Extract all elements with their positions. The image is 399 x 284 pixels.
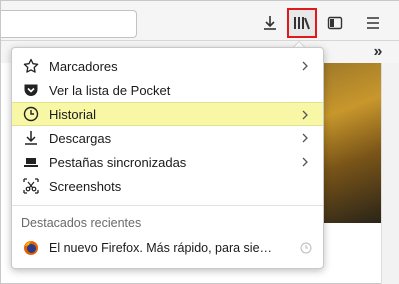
sidebar-icon [327,16,343,30]
menu-item-downloads[interactable]: Descargas [12,126,323,150]
recent-highlights-header: Destacados recientes [21,216,142,230]
pocket-icon [23,82,39,98]
library-panel: Marcadores Ver la lista de Pocket Histor… [11,47,324,269]
library-button[interactable] [287,8,317,38]
library-menu: Marcadores Ver la lista de Pocket Histor… [12,54,323,198]
hamburger-menu-button[interactable] [359,9,387,37]
menu-item-pocket[interactable]: Ver la lista de Pocket [12,78,323,102]
menu-item-history[interactable]: Historial [12,102,323,126]
clock-icon [23,106,39,122]
page-image [323,63,381,223]
browser-window: » Marcadores Ver la lista de Pocket Hist… [0,0,399,284]
sidebar-button[interactable] [321,9,349,37]
clock-icon [300,242,312,254]
firefox-icon [24,241,38,255]
chevron-right-icon [298,59,312,73]
chevron-right-icon [298,108,312,122]
download-icon [23,130,39,146]
chevron-right-icon [298,131,312,145]
scrollbar[interactable] [381,63,399,284]
overflow-chevron-icon[interactable]: » [368,41,388,63]
menu-item-label: Pestañas sincronizadas [49,154,187,170]
toolbar [1,1,399,41]
menu-item-screenshots[interactable]: Screenshots [12,174,323,198]
download-icon [264,16,276,30]
library-icon [294,17,310,30]
recent-highlight-label: El nuevo Firefox. Más rápido, para sie… [49,241,273,255]
menu-item-label: Marcadores [49,58,118,74]
recent-highlight-item[interactable]: El nuevo Firefox. Más rápido, para sie… [12,236,323,260]
star-icon [23,58,39,74]
menu-item-label: Screenshots [49,178,122,194]
menu-item-bookmarks[interactable]: Marcadores [12,54,323,78]
downloads-button[interactable] [256,9,284,37]
hamburger-icon [367,17,379,29]
menu-item-synced-tabs[interactable]: Pestañas sincronizadas [12,150,323,174]
menu-separator [12,205,323,206]
url-bar[interactable] [1,10,137,38]
synced-tabs-icon [23,154,39,170]
scissors-icon [23,178,39,194]
menu-item-label: Descargas [49,130,112,146]
menu-item-label: Historial [49,106,96,122]
page-content [323,223,381,273]
menu-item-label: Ver la lista de Pocket [49,82,171,98]
chevron-right-icon [298,155,312,169]
